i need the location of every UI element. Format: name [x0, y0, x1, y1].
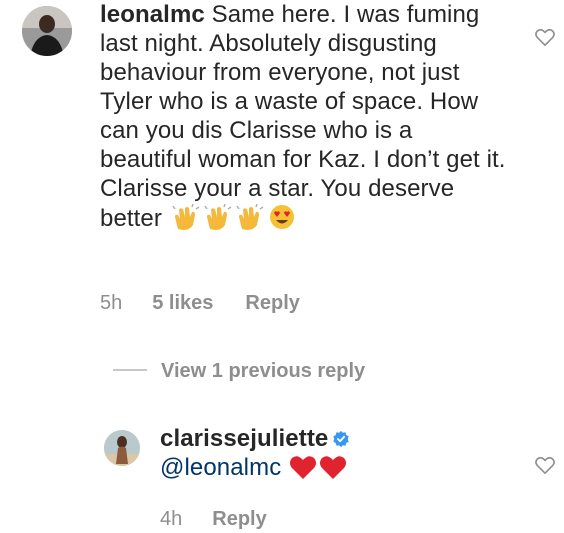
clapping-hands-emoji — [172, 203, 200, 230]
comment-likes[interactable]: 5 likes — [152, 292, 213, 314]
reply-username[interactable]: clarissejuliette — [160, 425, 328, 452]
comment-username[interactable]: leonalmc — [100, 1, 205, 28]
comment-meta: 5h 5 likes Reply — [100, 292, 332, 315]
verified-badge-icon — [333, 430, 350, 448]
reply-reply-button[interactable]: Reply — [212, 508, 266, 530]
red-heart-emoji — [320, 456, 347, 479]
divider-line — [113, 369, 147, 372]
red-heart-emoji — [290, 456, 317, 479]
avatar-leonalmc[interactable] — [22, 6, 72, 56]
comment-emojis — [169, 203, 297, 232]
view-previous-label[interactable]: View 1 previous reply — [161, 360, 365, 382]
avatar-clarissejuliette[interactable] — [104, 430, 140, 466]
clapping-hands-emoji — [204, 203, 232, 230]
comment-reply-button[interactable]: Reply — [245, 292, 299, 314]
comment-body: Same here. I was fuming last night. Abso… — [100, 1, 506, 232]
like-heart-icon[interactable] — [534, 27, 556, 47]
clapping-hands-emoji — [236, 203, 264, 230]
comment-time: 5h — [100, 292, 123, 314]
reply-text: clarissejuliette @leonalmc — [160, 424, 500, 482]
view-previous-replies[interactable]: View 1 previous reply — [113, 360, 365, 383]
reply-meta: 4h Reply — [160, 508, 299, 531]
reply-mention[interactable]: @leonalmc — [160, 454, 281, 481]
comment-text: leonalmc Same here. I was fuming last ni… — [100, 0, 510, 233]
like-heart-icon[interactable] — [534, 455, 556, 475]
reply-time: 4h — [160, 508, 183, 530]
heart-eyes-face-emoji — [269, 205, 294, 229]
